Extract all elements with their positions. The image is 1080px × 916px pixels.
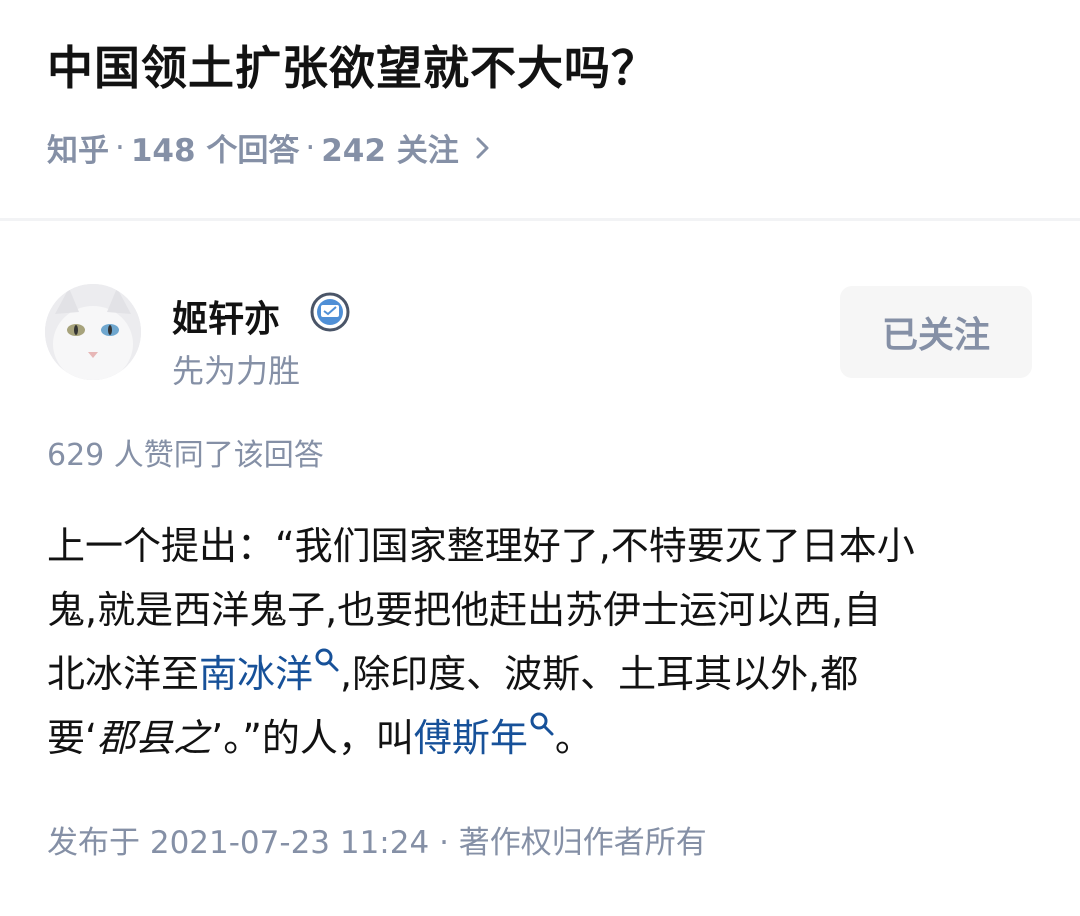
answer-text: 要‘ <box>47 716 98 760</box>
search-link-nanbingyang[interactable]: 南冰洋 <box>199 648 340 696</box>
search-icon <box>315 648 339 672</box>
meta-separator: · <box>305 129 316 166</box>
question-title[interactable]: 中国领土扩张欲望就不大吗？ <box>47 32 658 98</box>
answer-line: 鬼,就是西洋鬼子,也要把他赶出苏伊士运河以西,自 <box>47 588 882 632</box>
answer-line: 要‘郡县之’。”的人，叫傅斯年。 <box>47 706 1047 770</box>
answer-text: ’。”的人，叫 <box>211 716 414 760</box>
avatar[interactable] <box>45 284 141 380</box>
answer-line: 北冰洋至南冰洋 ,除印度、波斯、土耳其以外,都 <box>47 642 1047 706</box>
author-card: 姬轩亦 先为力胜 已关注 <box>0 280 1080 390</box>
verified-badge-icon <box>310 292 350 332</box>
answer-text: 。 <box>554 716 593 760</box>
answer-text: 北冰洋至 <box>47 652 200 696</box>
publish-info: 发布于 2021-07-23 11:24 · 著作权归作者所有 <box>47 817 707 862</box>
answer-line: 上一个提出：“我们国家整理好了,不特要灭了日本小 <box>47 524 915 568</box>
search-icon <box>530 712 554 736</box>
answer-count: 148 个回答 <box>130 133 300 169</box>
question-header: 中国领土扩张欲望就不大吗？ 知乎 · 148 个回答 · 242 关注 <box>0 0 1080 218</box>
answer-text: ,除印度、波斯、土耳其以外,都 <box>340 652 859 696</box>
meta-separator: · <box>439 825 459 861</box>
follow-count: 242 关注 <box>321 133 459 169</box>
meta-separator: · <box>115 129 125 166</box>
vote-summary: 629 人赞同了该回答 <box>47 438 324 473</box>
zhihu-answer-page: 中国领土扩张欲望就不大吗？ 知乎 · 148 个回答 · 242 关注 姬轩亦 … <box>0 0 1080 916</box>
chevron-right-icon[interactable] <box>475 135 491 161</box>
publish-time: 发布于 2021-07-23 11:24 <box>47 825 430 861</box>
answer-italic-text: 郡县之 <box>97 716 212 760</box>
source-label: 知乎 <box>47 133 109 169</box>
question-meta[interactable]: 知乎 · 148 个回答 · 242 关注 <box>47 125 491 170</box>
answer-content: 上一个提出：“我们国家整理好了,不特要灭了日本小 鬼,就是西洋鬼子,也要把他赶出… <box>47 514 1047 770</box>
search-link-fusinian[interactable]: 傅斯年 <box>414 712 555 760</box>
author-name[interactable]: 姬轩亦 <box>172 290 280 342</box>
copyright-notice: 著作权归作者所有 <box>458 825 707 861</box>
author-bio: 先为力胜 <box>172 352 301 390</box>
followed-button[interactable]: 已关注 <box>840 286 1032 378</box>
section-divider <box>0 218 1080 221</box>
